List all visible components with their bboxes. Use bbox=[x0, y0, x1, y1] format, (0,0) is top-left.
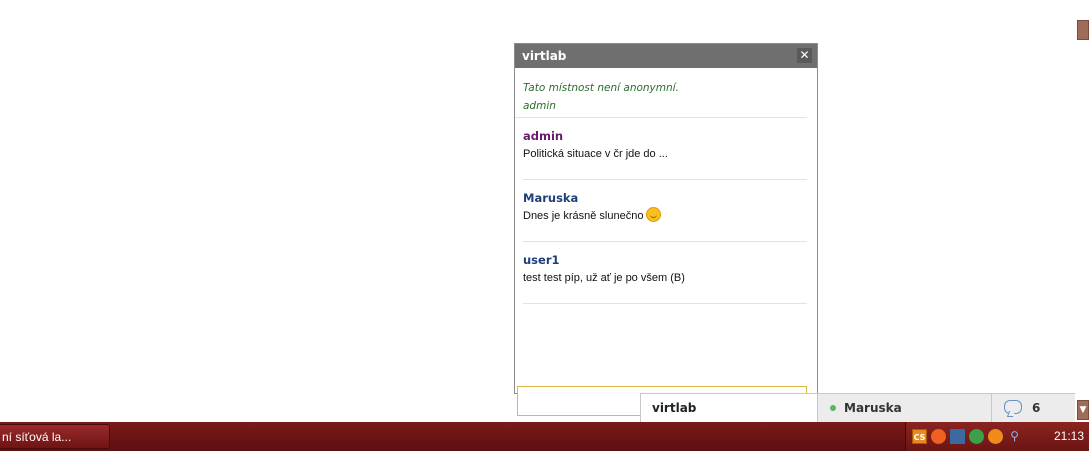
smile-emoticon-icon bbox=[646, 207, 662, 222]
room-notice: Tato místnost není anonymní. admin bbox=[515, 69, 807, 118]
tray-wireless-icon[interactable]: ⚲ bbox=[1007, 429, 1022, 444]
chat-header[interactable]: virtlab ✕ bbox=[515, 44, 817, 68]
scrollbar-thumb[interactable] bbox=[1077, 20, 1089, 40]
language-indicator[interactable]: CS bbox=[912, 429, 927, 444]
message-text: test test píp, už ať je po všem (B) bbox=[523, 272, 685, 284]
chat-message: Maruska Dnes je krásně slunečno bbox=[523, 180, 807, 242]
message-text-row: Dnes je krásně slunečno bbox=[523, 206, 807, 226]
chat-title: virtlab bbox=[522, 49, 567, 63]
online-status-icon bbox=[830, 405, 836, 411]
online-count: 6 bbox=[1032, 401, 1041, 415]
chat-body: Tato místnost není anonymní. admin admin… bbox=[515, 69, 817, 416]
tray-app-icon[interactable] bbox=[988, 429, 1003, 444]
tray-update-icon[interactable] bbox=[969, 429, 984, 444]
message-text: Politická situace v čr jde do ... bbox=[523, 148, 668, 160]
clock[interactable]: 21:13 bbox=[1054, 422, 1084, 451]
tray-app-icon[interactable] bbox=[931, 429, 946, 444]
online-count-button[interactable]: 6 bbox=[992, 394, 1075, 423]
scroll-down-button[interactable]: ▼ bbox=[1077, 400, 1089, 420]
notice-line: admin bbox=[523, 100, 556, 112]
chat-window: virtlab ✕ Tato místnost není anonymní. a… bbox=[514, 43, 818, 416]
tab-virtlab[interactable]: virtlab bbox=[640, 394, 818, 423]
message-author[interactable]: admin bbox=[523, 128, 807, 144]
online-user-tab[interactable]: Maruska bbox=[818, 394, 992, 423]
chat-bubble-icon bbox=[1004, 400, 1022, 414]
tab-label: virtlab bbox=[652, 401, 697, 415]
close-icon[interactable]: ✕ bbox=[797, 48, 812, 63]
chat-message: user1 test test píp, už ať je po všem (B… bbox=[523, 242, 807, 304]
taskbar: ní síťová la... CS ⚲ 21:13 bbox=[0, 422, 1089, 451]
message-text: Dnes je krásně slunečno bbox=[523, 210, 644, 222]
tray-network-icon[interactable] bbox=[950, 429, 965, 444]
online-user-name: Maruska bbox=[844, 401, 902, 415]
notice-line: Tato místnost není anonymní. bbox=[523, 82, 679, 94]
message-author[interactable]: user1 bbox=[523, 252, 807, 268]
message-author[interactable]: Maruska bbox=[523, 190, 807, 206]
taskbar-window-button[interactable]: ní síťová la... bbox=[0, 424, 110, 449]
chat-message: admin Politická situace v čr jde do ... bbox=[523, 118, 807, 180]
chat-bar: virtlab Maruska 6 bbox=[640, 393, 1075, 423]
system-tray: CS ⚲ 21:13 bbox=[905, 422, 1089, 451]
